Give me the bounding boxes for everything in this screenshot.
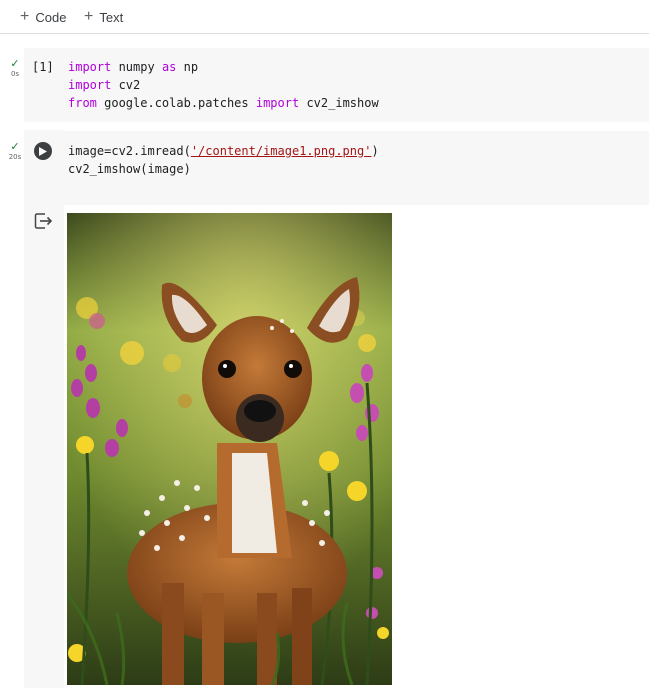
execution-count: [1]: [32, 60, 54, 74]
cell-2-duration: 20s: [8, 153, 22, 161]
code-token: ): [371, 144, 379, 158]
code-token: image=cv2.imread(: [68, 144, 191, 158]
run-cell-button[interactable]: [34, 142, 52, 160]
code-token: import: [68, 60, 112, 74]
cell-2-editor[interactable]: image=cv2.imread('/content/image1.png.pn…: [24, 131, 649, 205]
checkmark-icon: ✓: [10, 57, 20, 70]
code-line: image=cv2.imread('/content/image1.png.pn…: [68, 143, 379, 160]
code-cell-1[interactable]: ✓ 0s [1] import numpy as np import cv2 f…: [0, 48, 649, 122]
code-token: np: [176, 60, 199, 74]
checkmark-icon: ✓: [10, 140, 20, 153]
code-line: import cv2: [68, 77, 140, 94]
code-token: import: [68, 78, 112, 92]
fawn-in-meadow-image: [67, 213, 392, 685]
output-menu-icon[interactable]: [34, 212, 53, 230]
code-token: import: [255, 96, 300, 110]
code-line: from google.colab.patches import cv2_ims…: [68, 95, 379, 112]
notebook-toolbar: + Code + Text: [0, 0, 649, 34]
code-line: cv2_imshow(image): [68, 161, 191, 178]
cell-1-editor[interactable]: [1] import numpy as np import cv2 from g…: [24, 48, 649, 122]
add-text-label: Text: [99, 9, 124, 25]
code-token: from: [68, 96, 97, 110]
cell-2-status: ✓ 20s: [6, 141, 24, 161]
code-token: as: [161, 60, 177, 74]
output-image-fawn: [67, 213, 392, 685]
code-line: import numpy as np: [68, 59, 198, 76]
output-menu-icon-graphic: [34, 212, 53, 230]
code-token: cv2_imshow(image): [68, 162, 191, 176]
code-cell-2[interactable]: ✓ 20s image=cv2.imread('/content/image1.…: [0, 131, 649, 205]
code-token: '/content/image1.png.png': [190, 144, 372, 158]
code-token: google.colab.patches: [96, 96, 256, 110]
code-token: numpy: [111, 60, 162, 74]
cell-1-status: ✓ 0s: [6, 58, 24, 78]
add-code-cell-button[interactable]: + Code: [20, 7, 66, 27]
play-icon: [39, 146, 47, 156]
plus-icon: +: [84, 8, 94, 25]
code-token: cv2_imshow: [299, 96, 379, 110]
plus-icon: +: [20, 8, 30, 25]
code-token: cv2: [111, 78, 141, 92]
cell-1-duration: 0s: [10, 70, 20, 78]
add-code-label: Code: [35, 9, 67, 25]
add-text-cell-button[interactable]: + Text: [84, 7, 123, 27]
